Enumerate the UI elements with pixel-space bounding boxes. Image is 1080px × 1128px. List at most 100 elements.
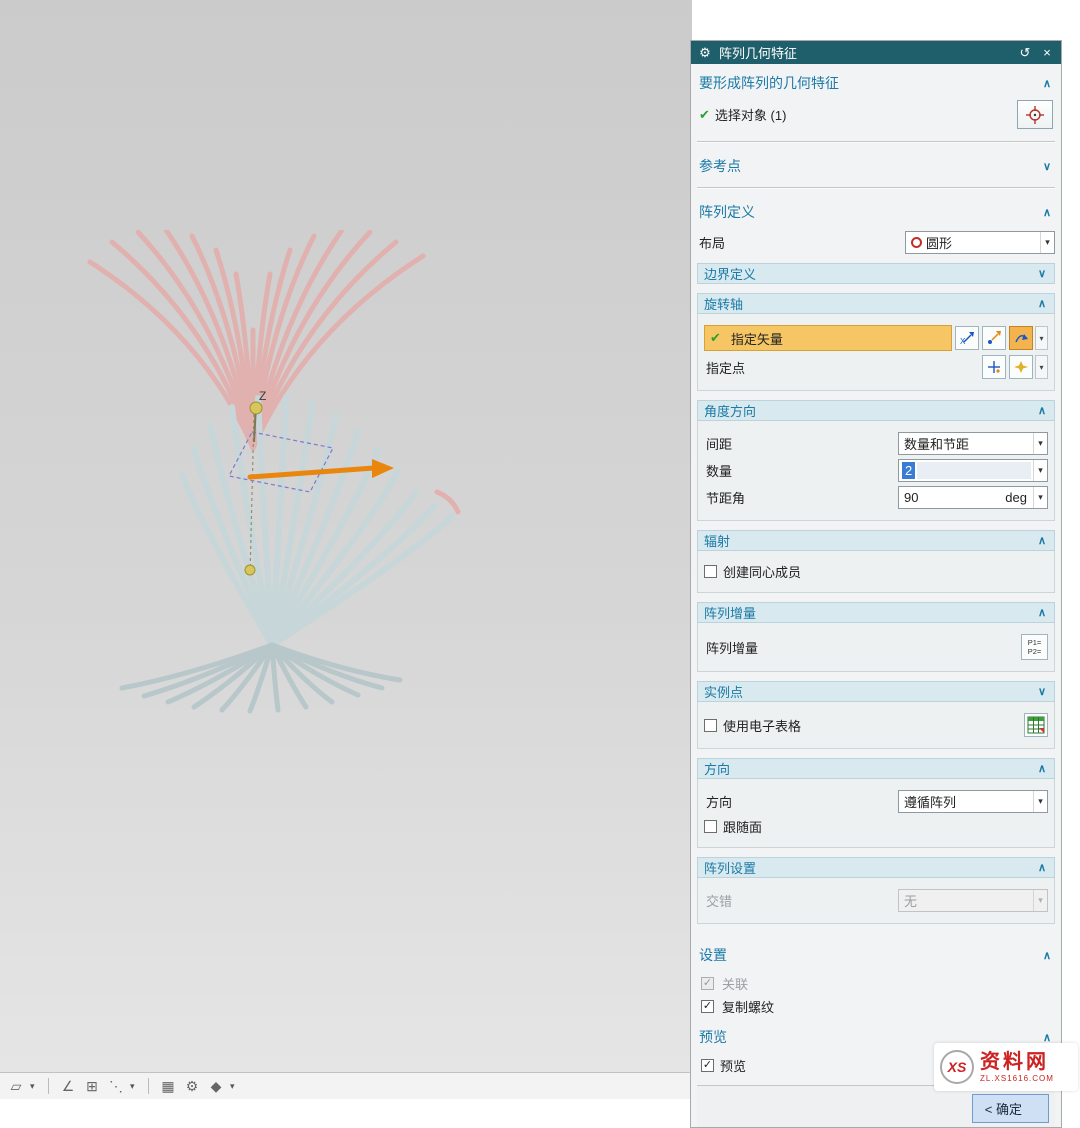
sketch-tool-icon[interactable]: ▱	[6, 1076, 26, 1096]
circular-layout-icon	[911, 237, 922, 248]
chevron-up-icon: ∧	[1043, 77, 1053, 90]
inferred-vector-button[interactable]	[982, 326, 1006, 350]
pitch-angle-label: 节距角	[704, 488, 898, 507]
dialog-gear-icon[interactable]: ⚙	[697, 45, 713, 61]
chevron-up-icon: ∧	[1043, 206, 1053, 219]
concentric-row[interactable]: 创建同心成员	[704, 562, 1048, 581]
ok-button[interactable]: < 确定	[972, 1094, 1049, 1123]
chevron-up-icon: ∧	[1043, 1031, 1053, 1044]
viewport-3d[interactable]: Z ▱ ▾ ∠ ⊞ ⋱ ▾ ▦ ⚙ ◆ ▾	[0, 0, 692, 1099]
select-object-row: ✔ 选择对象 (1)	[697, 98, 1055, 135]
count-value-selected: 2	[902, 462, 915, 479]
count-input[interactable]: 2 ▾	[898, 459, 1048, 482]
angle-direction-subheader[interactable]: 角度方向 ∧	[697, 400, 1055, 421]
grid-snap-icon[interactable]: ⊞	[82, 1076, 102, 1096]
section-settings-header[interactable]: 设置 ∧	[697, 938, 1055, 970]
section-reference-header[interactable]: 参考点 ∨	[697, 149, 1055, 181]
vector-dialog-icon: X	[959, 330, 975, 346]
section-reference-title: 参考点	[699, 156, 741, 176]
preview-checkbox[interactable]: ✓	[701, 1059, 714, 1072]
pattern-settings-title: 阵列设置	[704, 858, 756, 877]
point-dialog-icon	[986, 359, 1002, 375]
sketch-tool-dropdown-icon[interactable]: ▾	[30, 1081, 39, 1092]
specify-vector-row: ✔ 指定矢量 X	[704, 325, 1048, 351]
associative-checkbox: ✓	[701, 977, 714, 990]
p2-text: P2=	[1028, 647, 1042, 656]
spreadsheet-label: 使用电子表格	[723, 716, 801, 735]
pitch-angle-value: 90	[899, 490, 1001, 505]
close-icon[interactable]: ×	[1039, 45, 1055, 60]
section-pattern-def-header[interactable]: 阵列定义 ∧	[697, 195, 1055, 227]
section-settings-title: 设置	[699, 945, 727, 965]
view-cube-icon[interactable]: ◆	[206, 1076, 226, 1096]
pattern-tool-icon[interactable]: ▦	[158, 1076, 178, 1096]
divider	[697, 187, 1055, 189]
point-dialog-button[interactable]	[982, 355, 1006, 379]
toolbar-separator	[148, 1078, 149, 1094]
follow-face-label: 跟随面	[723, 817, 762, 836]
p1-text: P1=	[1028, 638, 1042, 647]
layout-combo[interactable]: 圆形 ▾	[905, 231, 1055, 254]
boundary-subheader[interactable]: 边界定义 ∨	[697, 263, 1055, 284]
radiate-subheader[interactable]: 辐射 ∧	[697, 530, 1055, 551]
spreadsheet-button[interactable]	[1024, 713, 1048, 737]
chevron-up-icon: ∧	[1038, 534, 1048, 547]
pitch-angle-row: 节距角 90 deg ▾	[704, 486, 1048, 509]
point-snap-icon[interactable]: ⋱	[106, 1076, 126, 1096]
spacing-combo[interactable]: 数量和节距 ▾	[898, 432, 1048, 455]
chevron-up-icon: ∧	[1038, 297, 1048, 310]
dropdown-arrow-icon: ▾	[1033, 791, 1047, 812]
boundary-subgroup: 边界定义 ∨	[697, 263, 1055, 284]
radiate-subgroup: 辐射 ∧ 创建同心成员	[697, 530, 1055, 593]
copy-thread-row[interactable]: ✓ 复制螺纹	[697, 997, 1055, 1016]
pattern-geometry-dialog: ⚙ 阵列几何特征 ↺ × 要形成阵列的几何特征 ∧ ✔ 选择对象 (1)	[690, 40, 1062, 1128]
select-object-button[interactable]	[1017, 100, 1053, 129]
copy-thread-checkbox[interactable]: ✓	[701, 1000, 714, 1013]
vector-dialog-button[interactable]: X	[955, 326, 979, 350]
section-geometry-title: 要形成阵列的几何特征	[699, 73, 839, 93]
pattern-settings-subheader[interactable]: 阵列设置 ∧	[697, 857, 1055, 878]
follow-face-row[interactable]: 跟随面	[704, 817, 1048, 836]
angle-snap-icon[interactable]: ∠	[58, 1076, 78, 1096]
dialog-titlebar[interactable]: ⚙ 阵列几何特征 ↺ ×	[691, 41, 1061, 64]
reset-icon[interactable]: ↺	[1017, 45, 1033, 61]
direction-value: 遵循阵列	[904, 792, 1029, 811]
auto-vector-button[interactable]	[1009, 326, 1033, 350]
increment-editor-button[interactable]: P1= P2=	[1021, 634, 1048, 660]
stagger-row: 交错 无 ▾	[704, 889, 1048, 912]
increment-row: 阵列增量 P1= P2=	[704, 634, 1048, 660]
spacing-row: 间距 数量和节距 ▾	[704, 432, 1048, 455]
point-options-dropdown[interactable]: ▾	[1035, 355, 1048, 379]
gear-tool-icon[interactable]: ⚙	[182, 1076, 202, 1096]
view-dropdown-icon[interactable]: ▾	[230, 1081, 239, 1092]
chevron-up-icon: ∧	[1038, 762, 1048, 775]
pitch-angle-input[interactable]: 90 deg ▾	[898, 486, 1048, 509]
dropdown-arrow-icon[interactable]: ▾	[1033, 487, 1047, 508]
model-canvas: Z	[60, 230, 480, 730]
section-pattern-def-title: 阵列定义	[699, 202, 755, 222]
dropdown-arrow-icon[interactable]: ▾	[1033, 460, 1047, 481]
spreadsheet-checkbox[interactable]	[704, 719, 717, 732]
follow-face-checkbox[interactable]	[704, 820, 717, 833]
section-preview-title: 预览	[699, 1027, 727, 1047]
concentric-checkbox[interactable]	[704, 565, 717, 578]
instance-points-subheader[interactable]: 实例点 ∨	[697, 681, 1055, 702]
dropdown-arrow-icon: ▾	[1033, 433, 1047, 454]
watermark-logo: XS	[940, 1050, 974, 1084]
snap-point-button[interactable]	[1009, 355, 1033, 379]
watermark: XS 资料网 ZL.XS1616.COM	[934, 1043, 1078, 1091]
blue-fan-surface	[182, 397, 452, 645]
direction-combo[interactable]: 遵循阵列 ▾	[898, 790, 1048, 813]
toolbar-separator	[48, 1078, 49, 1094]
specify-vector-field[interactable]: ✔ 指定矢量	[704, 325, 952, 351]
chevron-down-icon: ∨	[1043, 160, 1053, 173]
bottom-toolbar: ▱ ▾ ∠ ⊞ ⋱ ▾ ▦ ⚙ ◆ ▾	[0, 1072, 692, 1099]
watermark-url: ZL.XS1616.COM	[980, 1075, 1054, 1084]
vector-options-dropdown[interactable]: ▾	[1035, 326, 1048, 350]
snap-dropdown-icon[interactable]: ▾	[130, 1081, 139, 1092]
orientation-subheader[interactable]: 方向 ∧	[697, 758, 1055, 779]
section-geometry-header[interactable]: 要形成阵列的几何特征 ∧	[697, 66, 1055, 98]
specify-vector-label: 指定矢量	[731, 329, 783, 348]
rotation-axis-subheader[interactable]: 旋转轴 ∧	[697, 293, 1055, 314]
increment-subheader[interactable]: 阵列增量 ∧	[697, 602, 1055, 623]
